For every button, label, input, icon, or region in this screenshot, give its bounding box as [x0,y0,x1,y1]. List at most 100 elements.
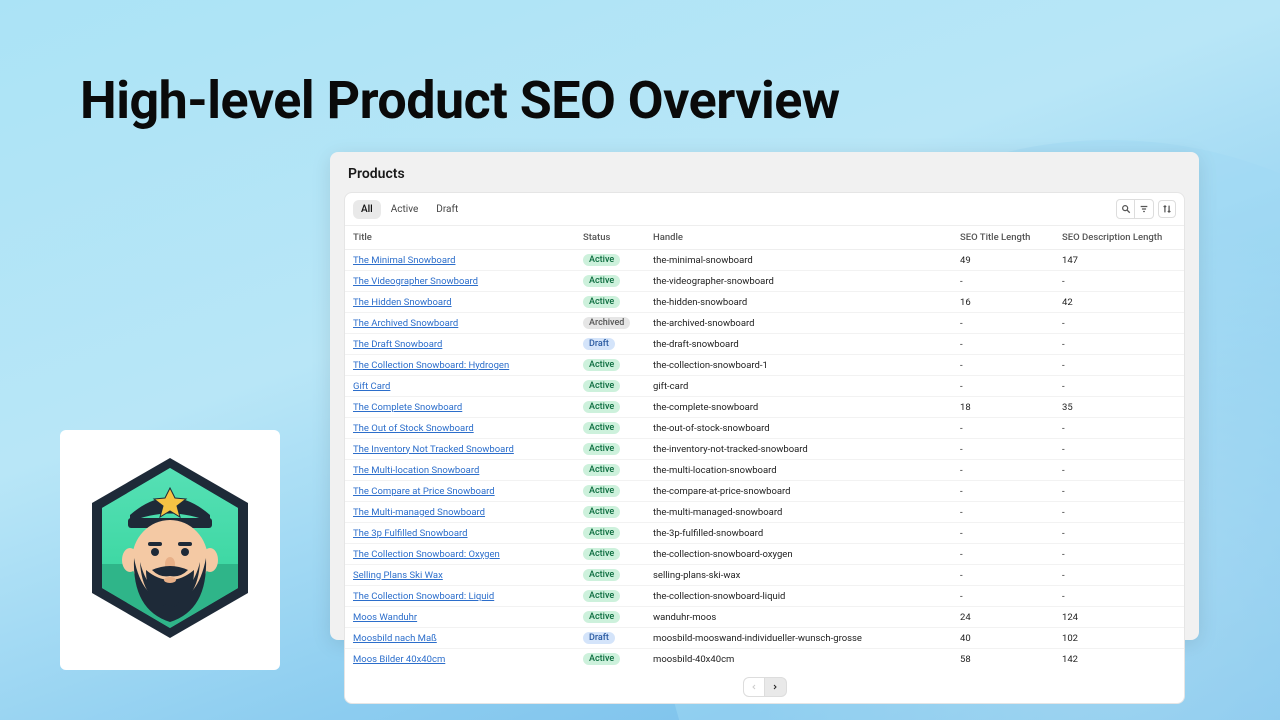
product-title-link[interactable]: Moosbild nach Maß [353,633,437,644]
col-header-title[interactable]: Title [345,226,575,250]
product-title-link[interactable]: The Compare at Price Snowboard [353,486,495,497]
seo-desc-length-cell: - [1054,376,1184,397]
search-icon[interactable] [1117,200,1135,218]
table-row: The Multi-managed SnowboardActivethe-mul… [345,502,1184,523]
product-title-link[interactable]: The Minimal Snowboard [353,255,455,266]
seo-title-length-cell: - [952,481,1054,502]
handle-cell: the-archived-snowboard [645,313,952,334]
status-badge: Active [583,653,620,665]
search-filter-button[interactable] [1116,199,1154,219]
seo-desc-length-cell: 124 [1054,607,1184,628]
product-title-link[interactable]: The Inventory Not Tracked Snowboard [353,444,514,455]
products-table: Title Status Handle SEO Title Length SEO… [345,226,1184,669]
seo-title-length-cell: - [952,544,1054,565]
handle-cell: gift-card [645,376,952,397]
seo-desc-length-cell: - [1054,586,1184,607]
table-row: The Archived SnowboardArchivedthe-archiv… [345,313,1184,334]
table-row: The Draft SnowboardDraftthe-draft-snowbo… [345,334,1184,355]
handle-cell: the-inventory-not-tracked-snowboard [645,439,952,460]
products-card: AllActiveDraft Title [344,192,1185,704]
seo-title-length-cell: 49 [952,250,1054,271]
product-title-link[interactable]: The Collection Snowboard: Hydrogen [353,360,509,371]
table-row: Gift CardActivegift-card-- [345,376,1184,397]
panel-title: Products [344,166,1185,182]
col-header-status[interactable]: Status [575,226,645,250]
table-row: The Hidden SnowboardActivethe-hidden-sno… [345,292,1184,313]
product-title-link[interactable]: The Complete Snowboard [353,402,462,413]
app-logo [60,430,280,670]
table-row: The Collection Snowboard: Hydrogen Active… [345,355,1184,376]
status-badge: Active [583,359,620,371]
product-title-link[interactable]: Moos Bilder 40x40cm [353,654,445,665]
seo-desc-length-cell: - [1054,523,1184,544]
sort-button[interactable] [1158,200,1176,218]
handle-cell: the-collection-snowboard-1 [645,355,952,376]
seo-desc-length-cell: - [1054,439,1184,460]
seo-desc-length-cell: 142 [1054,649,1184,670]
handle-cell: selling-plans-ski-wax [645,565,952,586]
seo-title-length-cell: - [952,586,1054,607]
product-title-link[interactable]: The 3p Fulfilled Snowboard [353,528,468,539]
table-row: The Minimal SnowboardActivethe-minimal-s… [345,250,1184,271]
table-row: The 3p Fulfilled SnowboardActivethe-3p-f… [345,523,1184,544]
pagination-next-button[interactable] [765,677,787,697]
handle-cell: the-collection-snowboard-liquid [645,586,952,607]
seo-desc-length-cell: - [1054,418,1184,439]
seo-desc-length-cell: - [1054,481,1184,502]
product-title-link[interactable]: The Out of Stock Snowboard [353,423,474,434]
handle-cell: the-multi-managed-snowboard [645,502,952,523]
handle-cell: the-hidden-snowboard [645,292,952,313]
tab-draft[interactable]: Draft [428,200,466,219]
seo-desc-length-cell: - [1054,565,1184,586]
seo-title-length-cell: 40 [952,628,1054,649]
seo-desc-length-cell: - [1054,334,1184,355]
table-row: The Videographer Snowboard Active the-vide… [345,271,1184,292]
product-title-link[interactable]: The Collection Snowboard: Oxygen [353,549,500,560]
filter-icon[interactable] [1135,200,1153,218]
seo-title-length-cell: - [952,439,1054,460]
seo-title-length-cell: - [952,523,1054,544]
status-badge: Active [583,548,620,560]
product-title-link[interactable]: The Draft Snowboard [353,339,442,350]
product-title-link[interactable]: The Multi-managed Snowboard [353,507,485,518]
handle-cell: moosbild-mooswand-individueller-wunsch-g… [645,628,952,649]
col-header-seo-title[interactable]: SEO Title Length [952,226,1054,250]
handle-cell: moosbild-40x40cm [645,649,952,670]
tab-all[interactable]: All [353,200,381,219]
status-badge: Active [583,401,620,413]
handle-cell: the-compare-at-price-snowboard [645,481,952,502]
product-title-link[interactable]: Moos Wanduhr [353,612,417,623]
product-title-link[interactable]: The Hidden Snowboard [353,297,452,308]
seo-title-length-cell: 24 [952,607,1054,628]
seo-title-length-cell: - [952,502,1054,523]
handle-cell: the-out-of-stock-snowboard [645,418,952,439]
seo-desc-length-cell: 102 [1054,628,1184,649]
product-title-link[interactable]: Gift Card [353,381,390,392]
table-row: The Collection Snowboard: LiquidActiveth… [345,586,1184,607]
table-row: The Inventory Not Tracked SnowboardActiv… [345,439,1184,460]
col-header-seo-desc[interactable]: SEO Description Length [1054,226,1184,250]
seo-title-length-cell: - [952,313,1054,334]
handle-cell: the-collection-snowboard-oxygen [645,544,952,565]
tabs-row: AllActiveDraft [345,193,1184,226]
seo-desc-length-cell: - [1054,544,1184,565]
tab-active[interactable]: Active [383,200,427,219]
seo-title-length-cell: - [952,271,1054,292]
status-badge: Active [583,275,620,287]
table-row: The Collection Snowboard: Oxygen Active th… [345,544,1184,565]
handle-cell: wanduhr-moos [645,607,952,628]
product-title-link[interactable]: Selling Plans Ski Wax [353,570,443,581]
product-title-link[interactable]: The Collection Snowboard: Liquid [353,591,494,602]
status-badge: Active [583,485,620,497]
table-row: Moos WanduhrActivewanduhr-moos24124 [345,607,1184,628]
product-title-link[interactable]: The Archived Snowboard [353,318,458,329]
status-badge: Active [583,422,620,434]
table-row: Moosbild nach MaßDraftmoosbild-mooswand-… [345,628,1184,649]
handle-cell: the-videographer-snowboard [645,271,952,292]
seo-desc-length-cell: - [1054,271,1184,292]
product-title-link[interactable]: The Videographer Snowboard [353,276,478,287]
status-badge: Active [583,464,620,476]
col-header-handle[interactable]: Handle [645,226,952,250]
seo-desc-length-cell: - [1054,355,1184,376]
product-title-link[interactable]: The Multi-location Snowboard [353,465,479,476]
